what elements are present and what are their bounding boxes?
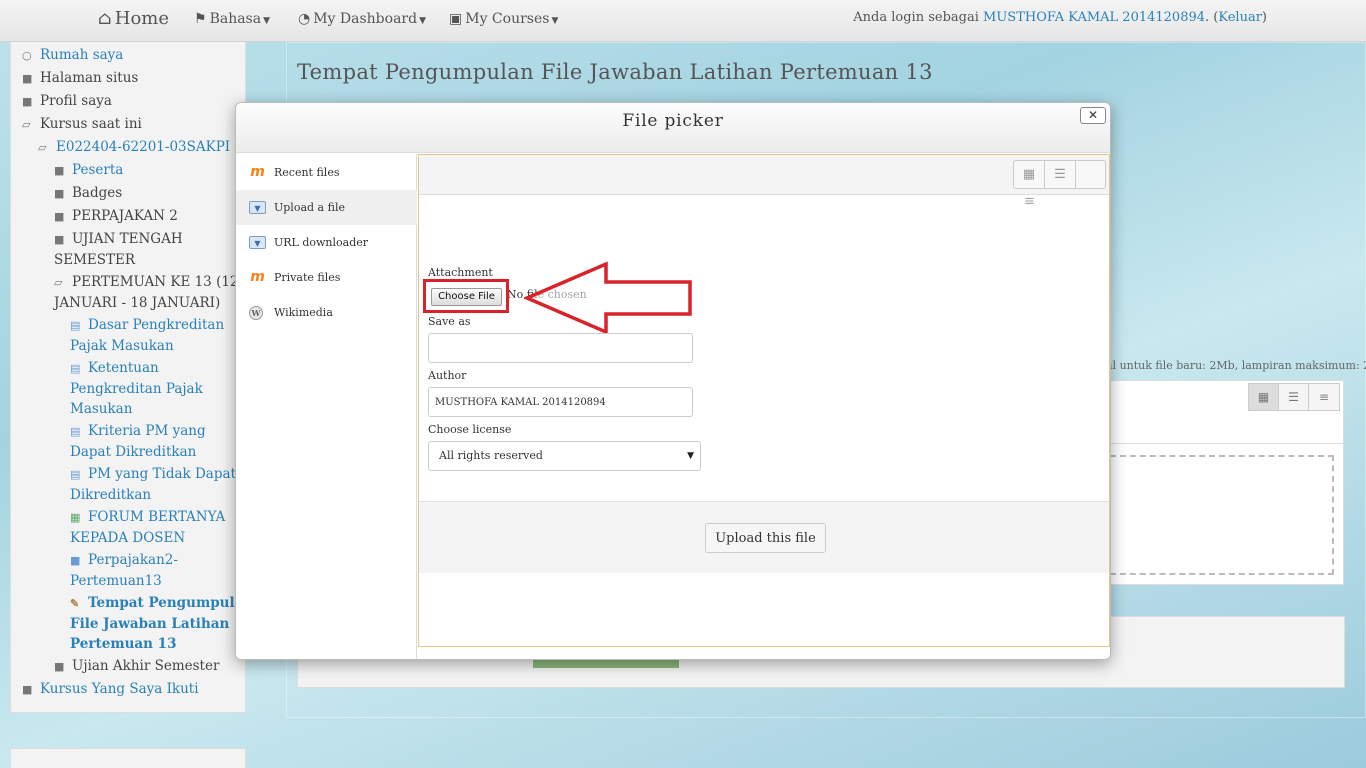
upload-this-file-button[interactable]: Upload this file <box>705 523 826 553</box>
filemanager-dropzone[interactable] <box>1110 455 1334 575</box>
logout-link[interactable]: Keluar <box>1218 10 1262 25</box>
red-arrow-annotation <box>524 261 692 335</box>
folder-icon: ■ <box>54 660 65 673</box>
url-download-icon <box>249 236 266 249</box>
top-navbar: ⌂ Home ⚑ Bahasa ▼ ◔ My Dashboard ▼ ▣ My Course… <box>0 0 1366 42</box>
sidebar-item-badges[interactable]: ■ Badges <box>54 183 122 204</box>
close-button[interactable]: ✕ <box>1080 107 1106 124</box>
icons-view-icon[interactable]: ▦ <box>1014 161 1045 188</box>
license-select[interactable]: All rights reserved ▼ <box>428 441 701 471</box>
caret-down-icon: ▼ <box>419 16 426 26</box>
home-icon: ⌂ <box>98 8 112 29</box>
dialog-header: File picker ✕ <box>236 103 1110 153</box>
tree-view-icon[interactable]: ≡ <box>1309 384 1339 410</box>
folder-icon: ■ <box>22 683 33 696</box>
sidebar-item-uts[interactable]: ■ UJIAN TENGAH SEMESTER <box>54 229 183 270</box>
sidebar-item-perpajakan2-folder[interactable]: ■ Perpajakan2- Pertemuan13 <box>70 550 178 591</box>
folder-open-icon: ▱ <box>54 276 63 289</box>
forum-icon: ▦ <box>70 511 81 524</box>
attachment-label: Attachment <box>428 266 493 279</box>
sidebar-item-tempat-pengumpulan[interactable]: ✎ Tempat Pengumpulan File Jawaban Latihan P… <box>70 593 253 654</box>
nav-home-link[interactable]: ⌂ Home <box>98 0 169 40</box>
login-info: Anda login sebagai MUSTHOFA KAMAL 201412… <box>853 10 1267 25</box>
save-as-label: Save as <box>428 315 471 328</box>
sidebar-item-pm-tidak-dapat[interactable]: ▤ PM yang Tidak Dapat Dikreditkan <box>70 464 236 505</box>
author-input[interactable] <box>428 387 693 417</box>
briefcase-icon: ▣ <box>449 11 463 27</box>
sidebar-item-halaman-situs[interactable]: ■ Halaman situs <box>22 68 138 89</box>
upload-panel: ▦ ☰ ≡ Attachment No file chosen Choose F… <box>418 154 1110 647</box>
upload-footer: Upload this file <box>419 501 1109 573</box>
folder-icon: ■ <box>54 233 65 246</box>
assignment-icon: ✎ <box>70 597 80 610</box>
sidebar-item-perpajakan-2[interactable]: ■ PERPAJAKAN 2 <box>54 206 178 227</box>
sidebar-item-rumah-saya[interactable]: ○ Rumah saya <box>22 45 123 66</box>
flag-icon: ⚑ <box>194 11 207 27</box>
folder-open-icon: ▱ <box>22 118 31 131</box>
filemanager-view-toolbar[interactable]: ▦ ☰ ≡ <box>1248 383 1340 411</box>
sidebar-item-kursus-saat-ini[interactable]: ▱ Kursus saat ini <box>22 114 142 135</box>
repository-list: Recent files Upload a file URL downloade… <box>236 154 417 659</box>
wikimedia-icon <box>249 306 263 320</box>
file-picker-dialog: File picker ✕ Recent files Upload a file… <box>235 102 1111 660</box>
nav-language-menu[interactable]: ⚑ Bahasa ▼ <box>194 0 270 40</box>
repository-wikimedia[interactable]: Wikimedia <box>236 295 417 330</box>
filemanager-limits-text: al untuk file baru: 2Mb, lampiran maksim… <box>1106 359 1366 372</box>
nav-dashboard-menu[interactable]: ◔ My Dashboard ▼ <box>298 0 426 40</box>
repository-upload-file[interactable]: Upload a file <box>236 190 417 225</box>
nav-courses-menu[interactable]: ▣ My Courses ▼ <box>449 0 558 40</box>
administration-block <box>10 748 246 768</box>
document-icon: ▤ <box>70 468 81 481</box>
upload-icon <box>249 201 266 214</box>
view-toolbar: ▦ ☰ ≡ <box>419 155 1109 209</box>
folder-icon: ■ <box>22 95 33 108</box>
repository-private-files[interactable]: Private files <box>236 260 417 295</box>
icons-view-icon[interactable]: ▦ <box>1249 384 1279 410</box>
dashboard-icon: ◔ <box>298 11 311 27</box>
page-title: Tempat Pengumpulan File Jawaban Latihan … <box>297 60 933 84</box>
dropdown-arrow-icon: ▼ <box>687 451 694 461</box>
folder-icon: ■ <box>70 554 81 567</box>
folder-icon: ■ <box>22 72 33 85</box>
folder-icon: ■ <box>54 164 65 177</box>
list-view-icon[interactable]: ☰ <box>1045 161 1076 188</box>
sidebar-item-peserta[interactable]: ■ Peserta <box>54 160 123 181</box>
author-label: Author <box>428 369 467 382</box>
moodle-icon <box>249 166 266 179</box>
document-icon: ▤ <box>70 319 81 332</box>
caret-down-icon: ▼ <box>263 16 271 26</box>
sidebar-item-course-code[interactable]: ▱ E022404-62201-03SAKPI <box>38 137 230 158</box>
folder-open-icon: ▱ <box>38 141 47 154</box>
folder-icon: ■ <box>54 187 65 200</box>
moodle-icon <box>249 271 266 284</box>
sidebar-item-kriteria-pm[interactable]: ▤ Kriteria PM yang Dapat Dikreditkan <box>70 421 206 462</box>
save-as-input[interactable] <box>428 333 693 363</box>
sidebar-item-uas[interactable]: ■ Ujian Akhir Semester <box>54 656 219 677</box>
dialog-title: File picker <box>622 111 724 131</box>
circle-icon: ○ <box>22 49 32 62</box>
caret-down-icon: ▼ <box>551 16 559 26</box>
sidebar-item-kursus-diikuti[interactable]: ■ Kursus Yang Saya Ikuti <box>22 679 199 700</box>
sidebar-item-profil-saya[interactable]: ■ Profil saya <box>22 91 112 112</box>
sidebar-item-pertemuan-13[interactable]: ▱ PERTEMUAN KE 13 (12 JANUARI - 18 JANUARI… <box>54 272 239 313</box>
document-icon: ▤ <box>70 425 81 438</box>
list-view-icon[interactable]: ☰ <box>1279 384 1309 410</box>
repository-url-downloader[interactable]: URL downloader <box>236 225 417 260</box>
folder-icon: ■ <box>54 210 65 223</box>
license-label: Choose license <box>428 423 512 436</box>
repository-recent-files[interactable]: Recent files <box>236 155 417 190</box>
tree-view-icon[interactable]: ≡ <box>1014 188 1045 215</box>
sidebar-item-dasar-pengkreditan[interactable]: ▤ Dasar Pengkreditan Pajak Masukan <box>70 315 224 356</box>
user-profile-link[interactable]: MUSTHOFA KAMAL 2014120894 <box>983 10 1205 25</box>
filemanager-divider <box>1108 443 1344 444</box>
highlight-box-annotation <box>423 279 509 313</box>
sidebar-item-ketentuan[interactable]: ▤ Ketentuan Pengkreditan Pajak Masukan <box>70 358 203 419</box>
view-switcher: ▦ ☰ ≡ <box>1013 160 1106 209</box>
sidebar-item-forum[interactable]: ▦ FORUM BERTANYA KEPADA DOSEN <box>70 507 225 548</box>
document-icon: ▤ <box>70 362 81 375</box>
